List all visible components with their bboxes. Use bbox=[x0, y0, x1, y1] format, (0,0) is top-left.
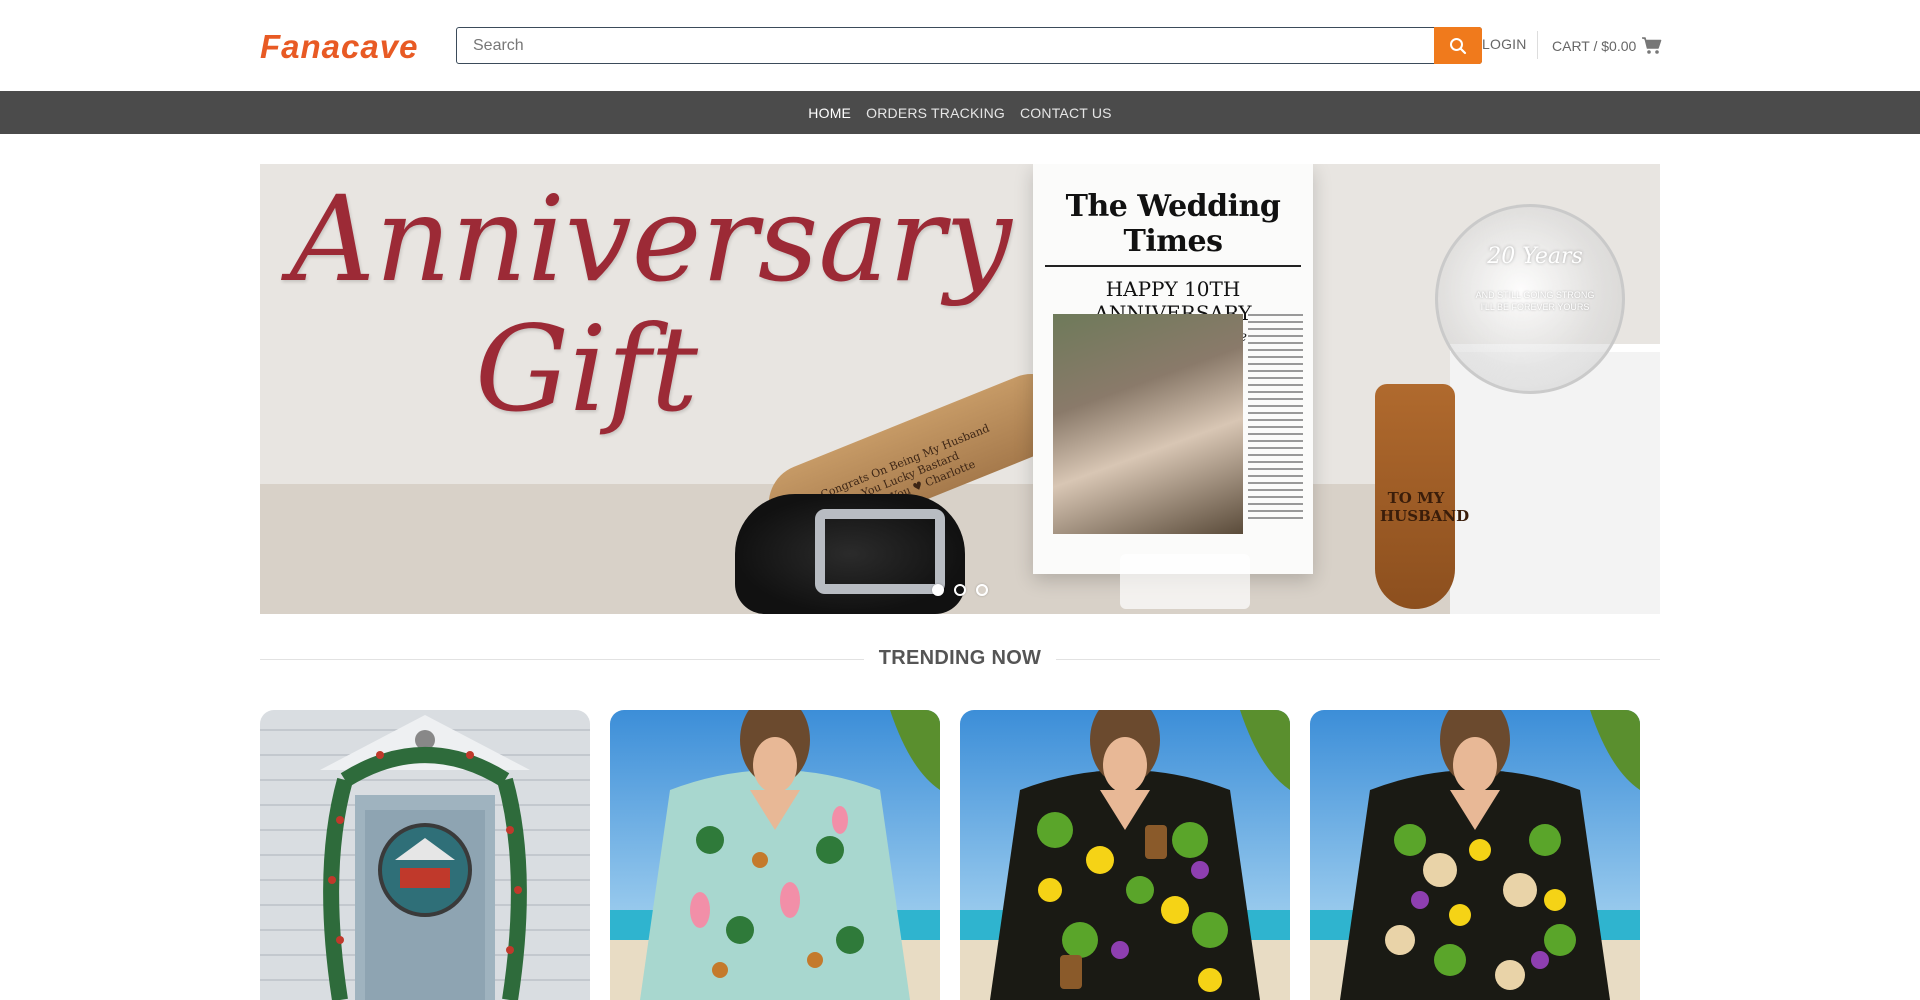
couple-photo bbox=[1053, 314, 1243, 534]
nav-item-orders-tracking[interactable]: ORDERS TRACKING bbox=[866, 105, 1005, 121]
logo[interactable]: Fanacave bbox=[260, 28, 418, 66]
product-image-door-sign bbox=[260, 710, 590, 1000]
cart-link[interactable]: CART / $0.00 bbox=[1552, 36, 1662, 55]
plaque-rule bbox=[1045, 265, 1301, 267]
trending-title: TRENDING NOW bbox=[878, 647, 1042, 669]
main-nav: HOME ORDERS TRACKING CONTACT US bbox=[0, 91, 1920, 134]
search-icon bbox=[1450, 37, 1467, 54]
plaque-text-lines bbox=[1248, 314, 1303, 524]
product-card-door-sign[interactable] bbox=[260, 710, 590, 1000]
product-card-flamingo-shirt[interactable] bbox=[610, 710, 940, 1000]
login-link[interactable]: LOGIN bbox=[1482, 36, 1527, 52]
trending-divider-right bbox=[1056, 659, 1660, 660]
search-bar bbox=[456, 27, 1482, 64]
wedding-plaque-image: The Wedding Times HAPPY 10TH ANNIVERSARY… bbox=[1033, 164, 1313, 574]
slider-dot-1[interactable] bbox=[932, 584, 944, 596]
product-image-flamingo-shirt bbox=[610, 710, 940, 1000]
slider-dot-2[interactable] bbox=[954, 584, 966, 596]
nav-item-home[interactable]: HOME bbox=[808, 105, 851, 121]
glass-engraving-small: AND STILL GOING STRONG I'LL BE FOREVER Y… bbox=[1475, 290, 1595, 312]
belt-buckle-image bbox=[815, 509, 945, 594]
product-image-tiki-shirt bbox=[960, 710, 1290, 1000]
hero-title-line1: Anniversary bbox=[290, 170, 1012, 308]
nav-item-contact-us[interactable]: CONTACT US bbox=[1020, 105, 1112, 121]
trending-divider-left bbox=[260, 659, 864, 660]
glass-engraving: 20 Years bbox=[1487, 244, 1583, 269]
cart-label: CART / $0.00 bbox=[1552, 37, 1637, 54]
keychain-text: TO MY HUSBAND bbox=[1380, 489, 1470, 525]
plaque-heading: The Wedding Times bbox=[1065, 189, 1281, 259]
product-card-dog-shirt[interactable] bbox=[1310, 710, 1640, 1000]
product-card-tiki-shirt[interactable] bbox=[960, 710, 1290, 1000]
header-divider bbox=[1537, 31, 1538, 59]
site-header: Fanacave LOGIN CART / $0.00 bbox=[0, 0, 1920, 91]
cart-icon bbox=[1642, 37, 1662, 54]
search-button[interactable] bbox=[1434, 27, 1482, 64]
hero-title: Anniversary Gift bbox=[290, 174, 1012, 434]
hero-slider[interactable]: Anniversary Gift Congrats On Being My Hu… bbox=[260, 164, 1660, 614]
slider-dot-3[interactable] bbox=[976, 584, 988, 596]
slider-dots bbox=[260, 584, 1660, 596]
plaque-stand bbox=[1120, 554, 1250, 609]
product-image-dog-shirt bbox=[1310, 710, 1640, 1000]
search-input[interactable] bbox=[457, 28, 1437, 63]
